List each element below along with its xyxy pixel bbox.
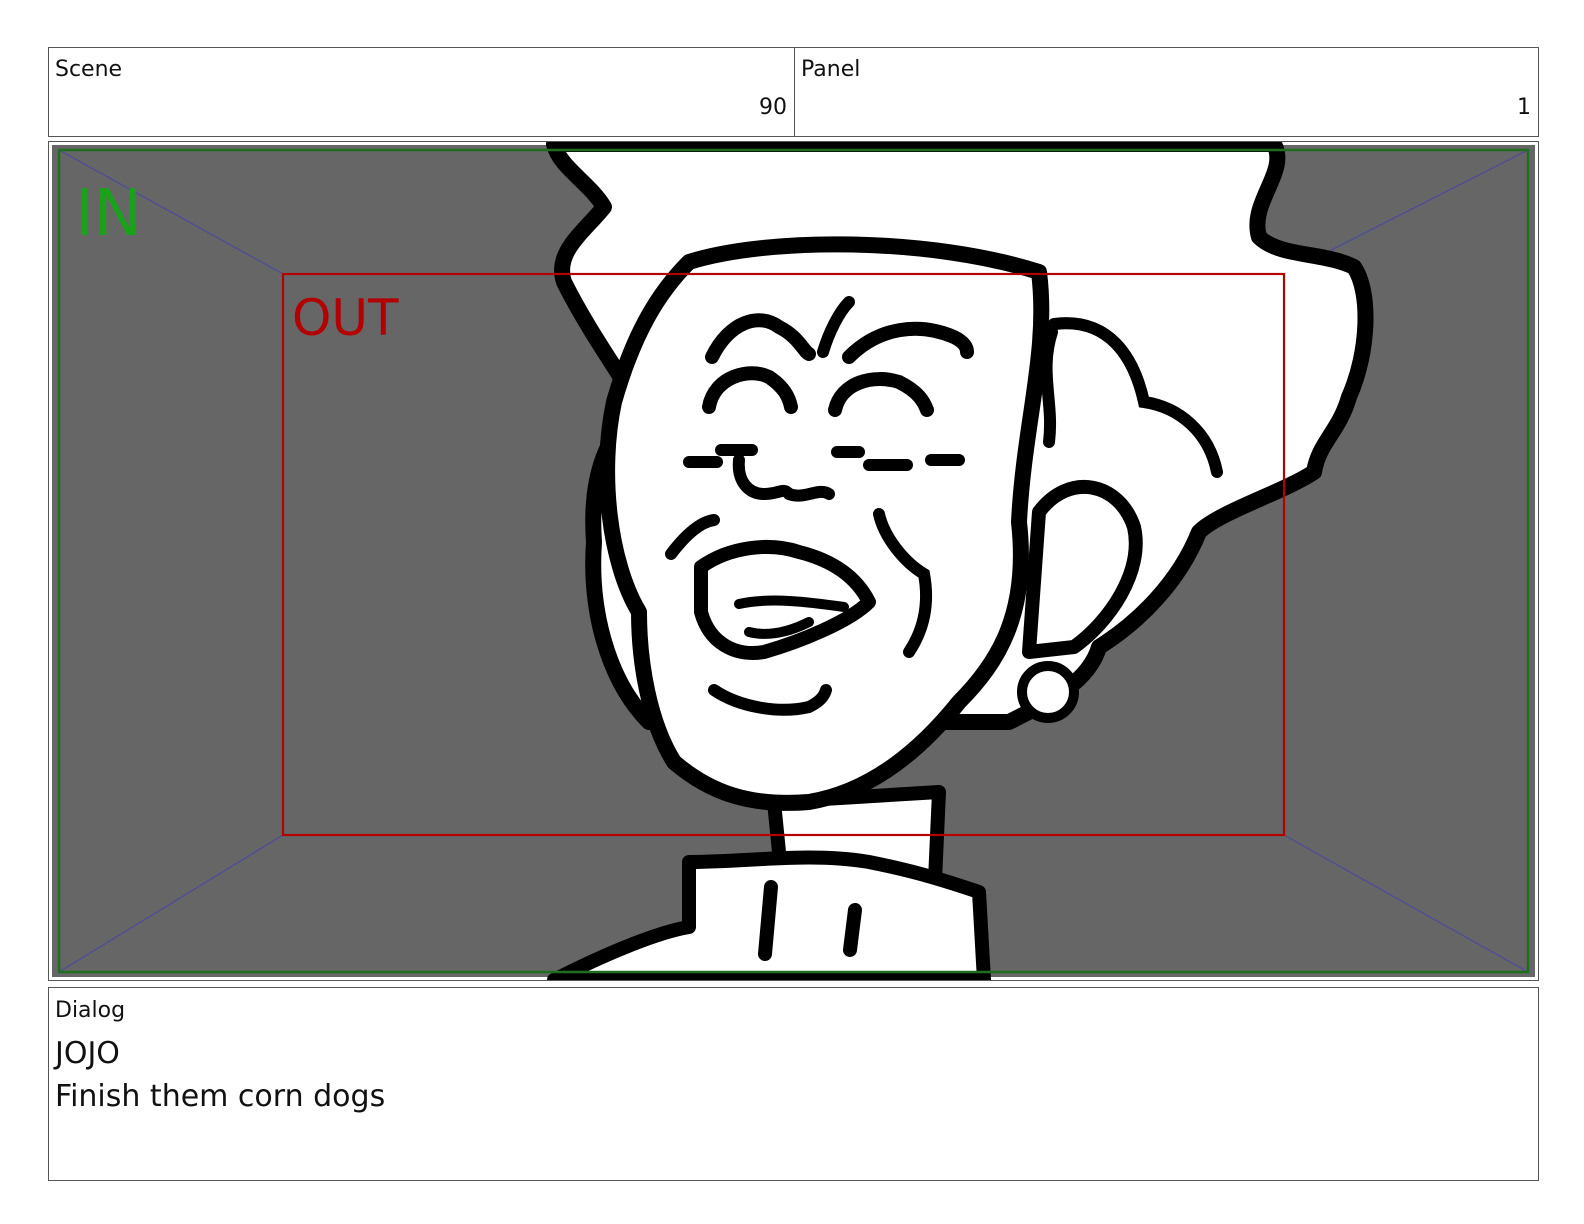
frame-drawing: IN OUT — [52, 142, 1535, 980]
in-label: IN — [75, 177, 142, 251]
dialog-speaker: JOJO — [55, 1036, 120, 1071]
panel-label: Panel — [801, 57, 861, 82]
dialog-label: Dialog — [55, 998, 126, 1023]
out-label: OUT — [292, 289, 399, 347]
scene-label: Scene — [55, 57, 123, 82]
dialog-box: Dialog JOJO Finish them corn dogs — [48, 987, 1539, 1181]
panel-number: 1 — [1517, 95, 1531, 120]
panel-cell: Panel 1 — [795, 48, 1538, 136]
scene-panel-header: Scene 90 Panel 1 — [48, 47, 1539, 137]
dialog-line: Finish them corn dogs — [55, 1079, 386, 1114]
scene-number: 90 — [759, 95, 787, 120]
scene-cell: Scene 90 — [49, 48, 795, 136]
storyboard-frame: IN OUT — [48, 141, 1539, 981]
